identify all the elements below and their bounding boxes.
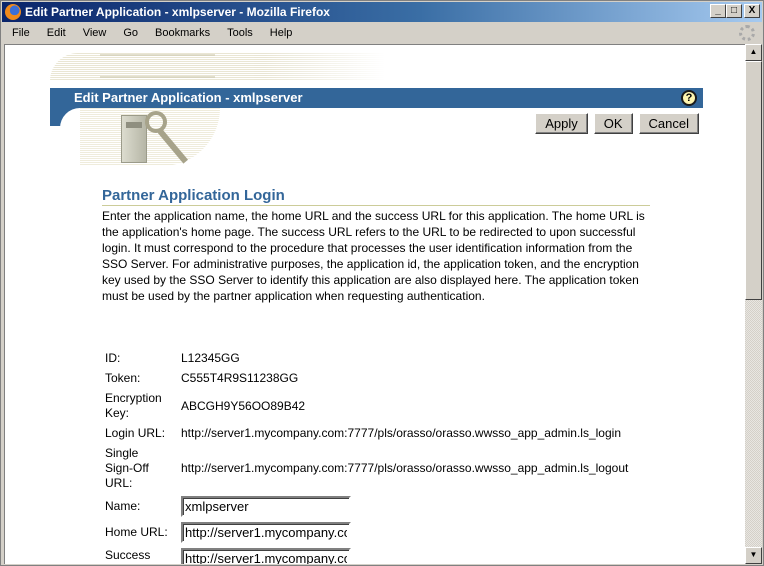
field-success-url: Success	[105, 548, 628, 564]
token-value: C555T4R9S11238GG	[181, 371, 299, 385]
field-token: Token: C555T4R9S11238GG	[105, 371, 628, 386]
field-login-url: Login URL: http://server1.mycompany.com:…	[105, 426, 628, 441]
minimize-button[interactable]: _	[710, 4, 726, 18]
field-id: ID: L12345GG	[105, 351, 628, 366]
page-viewport: Edit Partner Application - xmlpserver ? …	[4, 44, 745, 564]
apply-button[interactable]: Apply	[535, 113, 588, 134]
action-buttons: Apply OK Cancel	[535, 113, 699, 134]
logout-url-label: Single Sign-Off URL:	[105, 446, 149, 490]
cancel-button[interactable]: Cancel	[638, 113, 699, 134]
success-url-label: Success	[105, 548, 151, 562]
id-label: ID:	[105, 351, 121, 365]
field-encryption-key: Encryption Key: ABCGH9Y56OO89B42	[105, 391, 628, 421]
login-url-value: http://server1.mycompany.com:7777/pls/or…	[181, 426, 621, 440]
login-section: Partner Application Login Enter the appl…	[102, 187, 682, 304]
maximize-button[interactable]: □	[726, 4, 742, 18]
header-curve	[50, 108, 100, 144]
section-title: Partner Application Login	[102, 187, 650, 206]
ok-button[interactable]: OK	[593, 113, 633, 134]
encryption-key-value: ABCGH9Y56OO89B42	[181, 398, 306, 413]
home-url-input[interactable]	[181, 522, 351, 543]
server-icon	[121, 115, 147, 163]
success-url-input[interactable]	[181, 548, 351, 564]
field-logout-url: Single Sign-Off URL: http://server1.myco…	[105, 446, 628, 491]
window-title: Edit Partner Application - xmlpserver - …	[25, 5, 330, 19]
menu-bar: File Edit View Go Bookmarks Tools Help	[2, 23, 762, 43]
field-name: Name:	[105, 496, 628, 517]
scroll-up-button[interactable]: ▲	[745, 44, 762, 61]
help-icon[interactable]: ?	[681, 90, 697, 106]
throbber-icon	[739, 25, 755, 41]
token-label: Token:	[105, 371, 141, 385]
logout-url-value: http://server1.mycompany.com:7777/pls/or…	[181, 461, 629, 475]
menu-edit[interactable]: Edit	[37, 27, 73, 39]
home-url-label: Home URL:	[105, 525, 168, 539]
name-label: Name:	[105, 499, 141, 513]
menu-file[interactable]: File	[2, 27, 37, 39]
id-value: L12345GG	[181, 351, 240, 365]
menu-view[interactable]: View	[73, 27, 114, 39]
firefox-icon	[5, 4, 21, 20]
name-input[interactable]	[181, 496, 351, 517]
title-bar: Edit Partner Application - xmlpserver - …	[2, 2, 762, 22]
menu-bookmarks[interactable]: Bookmarks	[145, 27, 217, 39]
menu-tools[interactable]: Tools	[217, 27, 260, 39]
page-header: Edit Partner Application - xmlpserver ?	[50, 88, 703, 108]
field-home-url: Home URL:	[105, 522, 628, 543]
close-button[interactable]: X	[744, 4, 760, 18]
window-controls: _ □ X	[710, 4, 760, 18]
banner-logo	[100, 54, 215, 78]
encryption-key-label: Encryption Key:	[105, 391, 162, 420]
application-fields: ID: L12345GG Token: C555T4R9S11238GG Enc…	[105, 351, 628, 564]
section-description: Enter the application name, the home URL…	[102, 209, 645, 303]
vertical-scrollbar[interactable]: ▲ ▼	[745, 44, 762, 564]
browser-window: Edit Partner Application - xmlpserver - …	[0, 0, 764, 566]
login-url-label: Login URL:	[105, 426, 166, 440]
menu-go[interactable]: Go	[113, 27, 145, 39]
key-icon	[145, 111, 167, 133]
scroll-down-button[interactable]: ▼	[745, 547, 762, 564]
scroll-thumb[interactable]	[745, 61, 762, 300]
page-title: Edit Partner Application - xmlpserver	[74, 90, 303, 105]
menu-help[interactable]: Help	[260, 27, 300, 39]
